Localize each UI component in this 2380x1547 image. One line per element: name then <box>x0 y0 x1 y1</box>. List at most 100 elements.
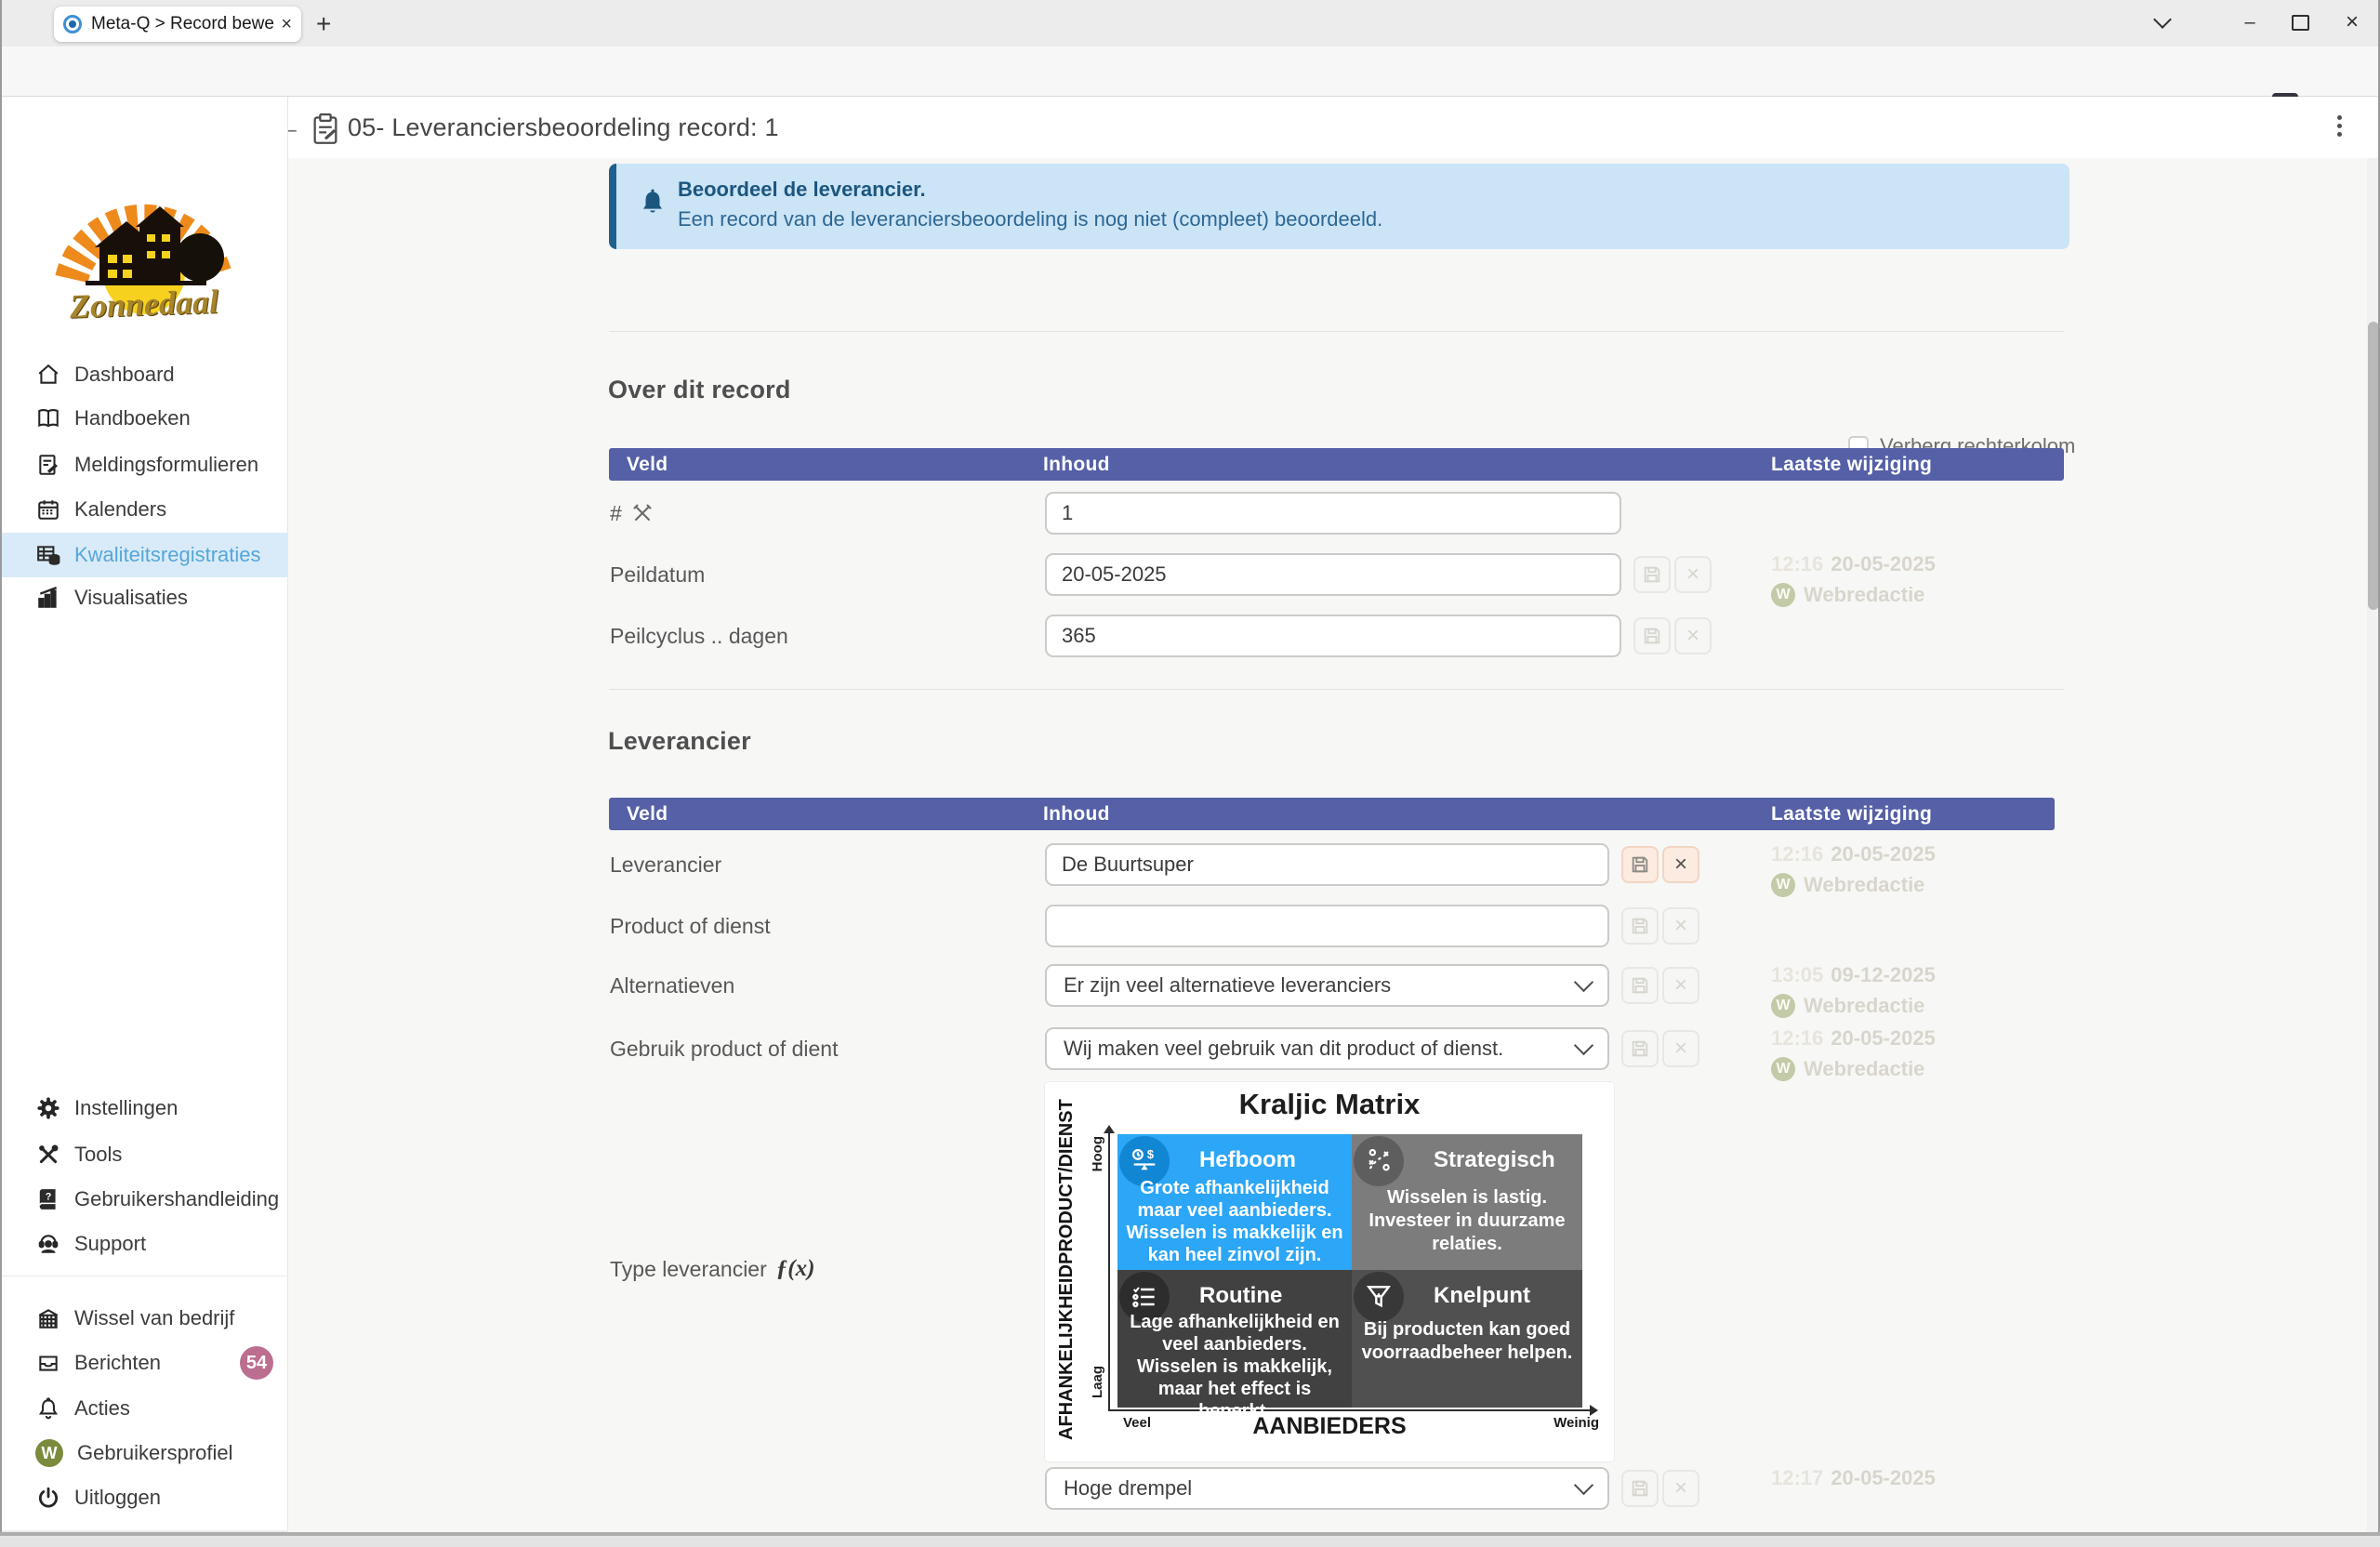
quadrant-name: Strategisch <box>1434 1147 1555 1172</box>
field-label-alternatieven: Alternatieven <box>610 972 735 998</box>
user-badge: W <box>1771 873 1795 897</box>
quadrant-text: Lage afhankelijkheid en veel aanbieders.… <box>1130 1312 1340 1421</box>
user-avatar: W <box>35 1439 63 1467</box>
quadrant-text: Grote afhankelijkheid maar veel aanbiede… <box>1126 1178 1343 1265</box>
banner-title: Beoordeel de leverancier. <box>678 178 926 201</box>
quadrant-text: Wisselen is lastig. Investeer in duurzam… <box>1368 1187 1566 1254</box>
minimize-button[interactable]: – <box>2229 7 2270 37</box>
alternatieven-select[interactable]: Er zijn veel alternatieve leveranciers <box>1045 964 1609 1007</box>
chevron-down-icon <box>1573 1474 1594 1496</box>
matrix-x-axis-label: AANBIEDERS <box>1252 1413 1407 1439</box>
save-button[interactable] <box>1633 617 1671 654</box>
window-edge-bottom-shadow <box>0 1536 2380 1547</box>
last-modified: 12:16 20-05-2025 W Webredactie <box>1771 552 1936 607</box>
zonnedaal-logo: Zonnedaal <box>48 169 240 327</box>
row-actions: × <box>1621 846 1699 883</box>
main-content: Beoordeel de leverancier. Een record van… <box>288 158 2380 1532</box>
sidebar-item-instellingen[interactable]: Instellingen <box>0 1086 288 1130</box>
sidebar-item-uitloggen[interactable]: Uitloggen <box>0 1475 288 1520</box>
sidebar-item-label: Kalenders <box>74 497 167 521</box>
save-button[interactable] <box>1633 556 1671 593</box>
sidebar-item-berichten[interactable]: Berichten 54 <box>0 1341 288 1385</box>
window-edge-left <box>0 0 2 1532</box>
registry-table-icon <box>35 543 60 567</box>
quadrant-name: Hefboom <box>1199 1147 1296 1172</box>
save-button[interactable] <box>1621 907 1659 945</box>
row-actions: × <box>1621 1030 1699 1067</box>
sidebar-item-label: Visualisaties <box>74 586 188 609</box>
field-label-product: Product of dienst <box>610 913 771 938</box>
user-badge: W <box>1771 1057 1795 1081</box>
clear-button[interactable]: × <box>1662 967 1699 1004</box>
id-input[interactable] <box>1045 492 1621 535</box>
tab-close-icon[interactable]: × <box>281 14 292 35</box>
sidebar-item-tools[interactable]: Tools <box>0 1132 288 1177</box>
sidebar-item-acties[interactable]: Acties <box>0 1386 288 1431</box>
calendar-icon <box>35 497 60 522</box>
kebab-menu-icon[interactable] <box>2330 112 2348 140</box>
section-title-record: Over dit record <box>608 376 791 403</box>
tools-icon <box>35 1143 60 1167</box>
zonnedaal-logo-text: Zonnedaal <box>69 283 219 325</box>
window-close-button[interactable]: × <box>2332 7 2373 37</box>
sidebar-item-dashboard[interactable]: Dashboard <box>0 352 288 397</box>
save-button[interactable] <box>1621 1470 1659 1507</box>
field-label-type-leverancier: Type leverancier ƒ(x) <box>610 1256 815 1281</box>
info-banner: Beoordeel de leverancier. Een record van… <box>609 164 2069 249</box>
quadrant-hefboom: $ Hefboom Grote afhankelijkheid maar vee… <box>1117 1134 1352 1270</box>
sidebar-item-kalenders[interactable]: Kalenders <box>0 487 288 532</box>
book-icon <box>35 406 60 430</box>
quadrant-routine: Routine Lage afhankelijkheid en veel aan… <box>1117 1270 1352 1421</box>
field-label-id: # <box>610 492 1024 535</box>
gebruik-select[interactable]: Wij maken veel gebruik van dit product o… <box>1045 1027 1609 1070</box>
field-label-gebruik: Gebruik product of dient <box>610 1036 839 1061</box>
maximize-button[interactable] <box>2280 7 2320 37</box>
metaq-favicon <box>63 15 82 33</box>
section-title-leverancier: Leverancier <box>608 727 751 755</box>
leverancier-input[interactable] <box>1045 843 1609 886</box>
tab-title: Meta-Q > Record bewerken <box>91 14 275 33</box>
sidebar-item-support[interactable]: Support <box>0 1222 288 1266</box>
clear-button[interactable]: × <box>1662 907 1699 945</box>
browser-window: Meta-Q > Record bewerken × + – × ← → ↻ z… <box>0 0 2380 1547</box>
browser-tab[interactable]: Meta-Q > Record bewerken × <box>54 7 301 42</box>
peildatum-input[interactable] <box>1045 553 1621 596</box>
clear-button[interactable]: × <box>1662 1030 1699 1067</box>
peilcyclus-input[interactable] <box>1045 615 1621 657</box>
sidebar-item-label: Kwaliteitsregistraties <box>74 543 261 566</box>
bottom-select[interactable]: Hoge drempel <box>1045 1467 1609 1510</box>
sidebar-item-meldingsformulieren[interactable]: Meldingsformulieren <box>0 443 288 487</box>
new-tab-button[interactable]: + <box>316 9 331 39</box>
matrix-title: Kraljic Matrix <box>1238 1088 1421 1120</box>
list-tabs-icon[interactable] <box>2142 7 2183 37</box>
save-button[interactable] <box>1621 967 1659 1004</box>
form-pencil-icon <box>35 453 60 477</box>
sidebar-item-label: Meldingsformulieren <box>74 453 259 476</box>
row-actions: × <box>1621 907 1699 945</box>
clear-button[interactable]: × <box>1662 1470 1699 1507</box>
product-input[interactable] <box>1045 905 1609 947</box>
table-header: Veld Inhoud Laatste wijziging <box>609 798 2055 830</box>
sidebar-item-label: Gebruikersprofiel <box>77 1441 233 1464</box>
save-button[interactable] <box>1621 1030 1659 1067</box>
row-actions: × <box>1633 617 1712 654</box>
clear-button[interactable]: × <box>1674 617 1712 654</box>
sidebar-item-wissel-van-bedrijf[interactable]: Wissel van bedrijf <box>0 1296 288 1341</box>
sidebar-item-label: Dashboard <box>74 363 175 386</box>
sidebar-item-gebruikersprofiel[interactable]: W Gebruikersprofiel <box>0 1431 288 1475</box>
sidebar-item-label: Uitloggen <box>74 1486 161 1509</box>
table-header: Veld Inhoud Laatste wijziging <box>609 448 2064 481</box>
sidebar-item-label: Handboeken <box>74 406 191 430</box>
sidebar-item-label: Berichten <box>74 1351 161 1374</box>
sidebar-item-handboeken[interactable]: Handboeken <box>0 396 288 441</box>
clear-button[interactable]: × <box>1674 556 1712 593</box>
save-button[interactable] <box>1621 846 1659 883</box>
sidebar-item-kwaliteitsregistraties[interactable]: Kwaliteitsregistraties <box>0 533 288 577</box>
clear-button[interactable]: × <box>1662 846 1699 883</box>
sidebar-item-visualisaties[interactable]: Visualisaties <box>0 575 288 620</box>
support-headset-icon <box>35 1232 60 1256</box>
last-modified: 12:16 20-05-2025 W Webredactie <box>1771 1026 1936 1081</box>
y-axis-line <box>1108 1132 1110 1409</box>
gear-icon <box>35 1096 60 1120</box>
sidebar-item-gebruikershandleiding[interactable]: ? Gebruikershandleiding <box>0 1177 288 1222</box>
